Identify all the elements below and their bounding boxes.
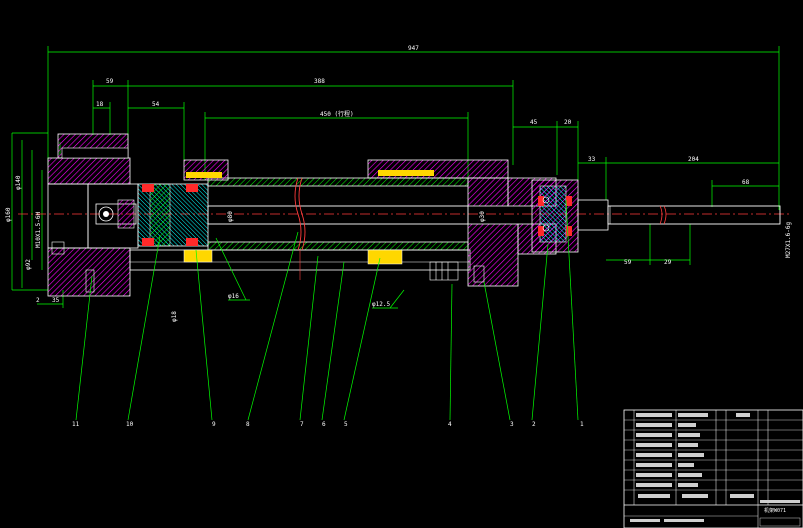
part-number: 3 (510, 421, 514, 428)
dim-left-block: 54 (152, 101, 160, 108)
dim-stroke: 450 (行程) (320, 110, 354, 118)
part-number: 4 (448, 421, 452, 428)
part-number: 1 (580, 421, 584, 428)
extended-rod (577, 199, 781, 231)
dim-vertical-a: φ160 (5, 207, 12, 222)
part-number: 8 (246, 421, 250, 428)
dim-bottom-left-a: 2 (36, 297, 40, 304)
dim-callout-c: φ12.5 (372, 301, 390, 308)
dim-overall-length: 947 (408, 45, 419, 52)
dim-rod-end: 68 (742, 179, 750, 186)
dim-left-step: 18 (96, 101, 104, 108)
part-number: 7 (300, 421, 304, 428)
dim-right-span-a: 45 (530, 119, 538, 126)
dim-bottom-b: 29 (664, 259, 672, 266)
dim-thread: M27X1.6-6g (785, 221, 792, 258)
dim-diam-rod: φ30 (479, 211, 486, 222)
dim-left-flange: 59 (106, 78, 114, 85)
part-numbers: 11 10 9 8 7 6 5 4 3 2 1 (72, 421, 584, 428)
dim-callout-a: φ16 (228, 293, 239, 300)
dim-rod-a: 33 (588, 156, 596, 163)
part-number: 9 (212, 421, 216, 428)
part-number: 6 (322, 421, 326, 428)
dim-barrel-span: 388 (314, 78, 325, 85)
part-number: 11 (72, 421, 80, 428)
piston (137, 183, 209, 247)
dim-rod-b: 204 (688, 156, 699, 163)
dim-diam-piston: φ80 (227, 211, 234, 222)
title-block-name: 机架W071 (764, 507, 786, 514)
dim-vertical-c: φ92 (25, 259, 32, 270)
part-number: 10 (126, 421, 134, 428)
dim-callout-b: φ18 (171, 311, 178, 322)
cad-drawing-canvas: 947 388 59 18 54 450 (行程) 45 20 33 204 6… (5, 45, 803, 528)
dim-bottom-left-b: 35 (52, 297, 60, 304)
rod-end-cap (531, 179, 579, 253)
dim-left-thread: M10X1.5-6H (35, 211, 42, 248)
dim-vertical-b: φ140 (15, 175, 22, 190)
part-number: 5 (344, 421, 348, 428)
title-block: 机架W071 (623, 409, 803, 528)
dim-right-span-b: 20 (564, 119, 572, 126)
dim-bottom-a: 59 (624, 259, 632, 266)
piston-rod (207, 177, 469, 280)
part-number: 2 (532, 421, 536, 428)
